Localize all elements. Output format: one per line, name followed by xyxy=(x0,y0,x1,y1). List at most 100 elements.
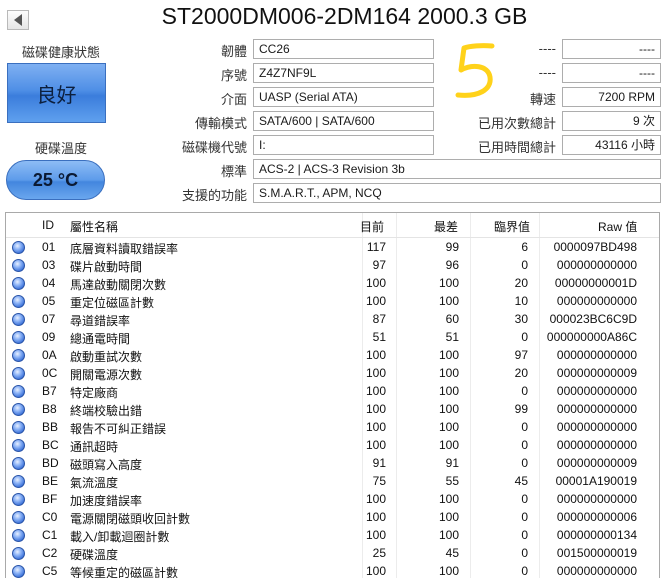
attribute-threshold: 20 xyxy=(514,366,528,380)
unknown-field-1: ---- xyxy=(562,39,661,59)
firmware-label: 韌體 xyxy=(220,44,247,59)
attribute-id: B8 xyxy=(42,402,57,416)
column-header-threshold[interactable]: 臨界值 xyxy=(494,218,530,235)
attribute-id: 0C xyxy=(42,366,58,380)
table-row[interactable]: C1 載入/卸載迴圈計數 100 100 0 000000000134 xyxy=(6,526,659,544)
attribute-current: 100 xyxy=(365,366,386,380)
attribute-raw: 000000000009 xyxy=(556,456,637,470)
column-header-worst[interactable]: 最差 xyxy=(434,218,458,235)
attribute-name: 報告不可糾正錯誤 xyxy=(70,422,167,436)
column-header-raw[interactable]: Raw 值 xyxy=(598,218,637,235)
attribute-raw: 0000097BD498 xyxy=(553,240,637,254)
attribute-id: BE xyxy=(42,474,59,488)
health-status-button[interactable]: 良好 xyxy=(7,63,106,123)
serial-label: 序號 xyxy=(220,68,247,83)
attribute-raw: 000000000000 xyxy=(556,384,637,398)
table-row[interactable]: BC 通訊超時 100 100 0 000000000000 xyxy=(6,436,659,454)
table-row[interactable]: 0A 啟動重試次數 100 100 97 000000000000 xyxy=(6,346,659,364)
attribute-name: 尋道錯誤率 xyxy=(70,314,131,328)
status-dot-icon xyxy=(12,367,25,380)
attribute-raw: 00000000001D xyxy=(554,276,637,290)
table-row[interactable]: BD 磁頭寫入高度 91 91 0 000000000009 xyxy=(6,454,659,472)
attribute-worst: 60 xyxy=(445,312,459,326)
attribute-current: 100 xyxy=(365,384,386,398)
attribute-raw: 000000000000 xyxy=(556,438,637,452)
attribute-id: C0 xyxy=(42,510,58,524)
attribute-threshold: 6 xyxy=(521,240,528,254)
status-dot-icon xyxy=(12,529,25,542)
attribute-raw: 000023BC6C9D xyxy=(549,312,637,326)
table-row[interactable]: 07 尋道錯誤率 87 60 30 000023BC6C9D xyxy=(6,310,659,328)
table-row[interactable]: 01 底層資料讀取錯誤率 117 99 6 0000097BD498 xyxy=(6,238,659,256)
column-header-name[interactable]: 屬性名稱 xyxy=(70,218,118,235)
power-on-count-label: 已用次數總計 xyxy=(477,116,556,131)
attribute-name: 終端校驗出錯 xyxy=(70,404,143,418)
table-row[interactable]: B8 終端校驗出錯 100 100 99 000000000000 xyxy=(6,400,659,418)
table-row[interactable]: 05 重定位磁區計數 100 100 10 000000000000 xyxy=(6,292,659,310)
attribute-id: 0A xyxy=(42,348,57,362)
attribute-current: 100 xyxy=(365,510,386,524)
transfer-mode-label: 傳輸模式 xyxy=(194,116,247,131)
attribute-current: 100 xyxy=(365,348,386,362)
attribute-raw: 000000000000 xyxy=(556,492,637,506)
features-field: S.M.A.R.T., APM, NCQ xyxy=(253,183,661,203)
attribute-threshold: 97 xyxy=(514,348,528,362)
attribute-threshold: 0 xyxy=(521,258,528,272)
table-row[interactable]: 0C 開關電源次數 100 100 20 000000000009 xyxy=(6,364,659,382)
table-row[interactable]: C2 硬碟溫度 25 45 0 001500000019 xyxy=(6,544,659,562)
attribute-worst: 100 xyxy=(438,510,459,524)
status-dot-icon xyxy=(12,349,25,362)
table-row[interactable]: BE 氣流溫度 75 55 45 00001A190019 xyxy=(6,472,659,490)
drive-letter-field: I: xyxy=(253,135,434,155)
attribute-id: BC xyxy=(42,438,59,452)
attribute-worst: 100 xyxy=(438,384,459,398)
column-header-id[interactable]: ID xyxy=(42,218,54,232)
table-row[interactable]: BF 加速度錯誤率 100 100 0 000000000000 xyxy=(6,490,659,508)
attribute-worst: 99 xyxy=(445,240,459,254)
attribute-threshold: 0 xyxy=(521,510,528,524)
status-dot-icon xyxy=(12,565,25,578)
attribute-threshold: 0 xyxy=(521,546,528,560)
table-row[interactable]: 03 碟片啟動時間 97 96 0 000000000000 xyxy=(6,256,659,274)
status-dot-icon xyxy=(12,421,25,434)
handwritten-annotation xyxy=(455,43,495,98)
attribute-worst: 96 xyxy=(445,258,459,272)
attribute-worst: 100 xyxy=(438,438,459,452)
attribute-id: 07 xyxy=(42,312,56,326)
attribute-worst: 100 xyxy=(438,276,459,290)
attribute-id: BB xyxy=(42,420,59,434)
status-dot-icon xyxy=(12,457,25,470)
temperature-label: 硬碟溫度 xyxy=(34,141,87,156)
attribute-name: 特定廠商 xyxy=(70,386,119,400)
attribute-name: 等候重定的磁區計數 xyxy=(70,566,179,578)
interface-field: UASP (Serial ATA) xyxy=(253,87,434,107)
table-row[interactable]: C5 等候重定的磁區計數 100 100 0 000000000000 xyxy=(6,562,659,578)
attribute-name: 底層資料讀取錯誤率 xyxy=(70,242,179,256)
table-row[interactable]: 04 馬達啟動關閉次數 100 100 20 00000000001D xyxy=(6,274,659,292)
attribute-threshold: 30 xyxy=(514,312,528,326)
table-row[interactable]: C0 電源關閉磁頭收回計數 100 100 0 000000000006 xyxy=(6,508,659,526)
attribute-id: 04 xyxy=(42,276,56,290)
attribute-id: C5 xyxy=(42,564,58,578)
column-header-current[interactable]: 目前 xyxy=(360,218,384,235)
attribute-current: 117 xyxy=(366,240,386,254)
table-row[interactable]: BB 報告不可糾正錯誤 100 100 0 000000000000 xyxy=(6,418,659,436)
status-dot-icon xyxy=(12,493,25,506)
serial-field: Z4Z7NF9L xyxy=(253,63,434,83)
attribute-worst: 100 xyxy=(438,564,459,578)
table-row[interactable]: B7 特定廠商 100 100 0 000000000000 xyxy=(6,382,659,400)
attribute-current: 100 xyxy=(365,564,386,578)
attribute-worst: 100 xyxy=(438,366,459,380)
attribute-current: 100 xyxy=(365,294,386,308)
table-row[interactable]: 09 總通電時間 51 51 0 000000000A86C xyxy=(6,328,659,346)
status-dot-icon xyxy=(12,475,25,488)
attribute-name: 硬碟溫度 xyxy=(70,548,119,562)
attribute-current: 25 xyxy=(372,546,386,560)
smart-attribute-table[interactable]: ID 屬性名稱 目前 最差 臨界值 Raw 值 01 底層資料讀取錯誤率 117 99… xyxy=(5,212,660,578)
table-header: ID 屬性名稱 目前 最差 臨界值 Raw 值 xyxy=(6,213,659,238)
attribute-raw: 000000000000 xyxy=(556,420,637,434)
temperature-button[interactable]: 25 °C xyxy=(6,160,105,200)
attribute-name: 碟片啟動時間 xyxy=(70,260,143,274)
attribute-current: 51 xyxy=(372,330,386,344)
attribute-name: 開關電源次數 xyxy=(70,368,143,382)
